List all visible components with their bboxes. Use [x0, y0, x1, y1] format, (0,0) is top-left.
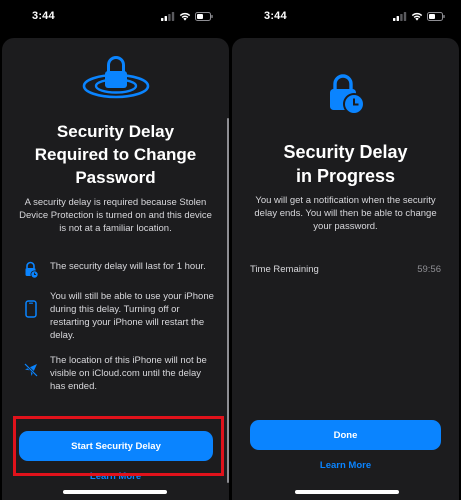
lock-with-rings-icon	[82, 56, 149, 99]
status-bar: 3:44	[0, 0, 229, 34]
battery-icon	[427, 12, 445, 21]
cellular-signal-icon	[393, 12, 407, 21]
page-title: Security Delay in Progress	[232, 140, 459, 188]
time-remaining-label: Time Remaining	[250, 264, 319, 275]
learn-more-link[interactable]: Learn More	[232, 460, 459, 471]
description-text: You will get a notification when the sec…	[254, 195, 437, 232]
home-indicator	[294, 490, 399, 494]
highlight-box	[13, 416, 224, 476]
time-remaining-value: 59:56	[417, 264, 441, 275]
bullet-text: You will still be able to use your iPhon…	[50, 291, 214, 341]
wifi-icon	[179, 12, 191, 21]
page-title: Security Delay Required to Change Passwo…	[2, 120, 229, 189]
status-time: 3:44	[32, 10, 55, 22]
title-line: Required to Change	[34, 145, 197, 164]
status-bar: 3:44	[232, 0, 461, 34]
title-line: Security Delay	[283, 142, 408, 162]
battery-icon	[195, 12, 213, 21]
scroll-indicator	[227, 118, 229, 483]
status-icons	[393, 12, 445, 21]
title-line: Security Delay	[56, 122, 175, 141]
bullet-text: The security delay will last for 1 hour.	[50, 261, 206, 272]
security-delay-progress-sheet: Security Delay in Progress You will get …	[232, 38, 459, 500]
right-screen: 3:44 Security Delay in Progress You will…	[232, 0, 461, 500]
bullet-item: The location of this iPhone will not be …	[22, 354, 217, 393]
lock-clock-icon	[329, 74, 365, 115]
iphone-icon	[25, 300, 37, 318]
lock-clock-icon	[25, 261, 39, 279]
description-text: A security delay is required because Sto…	[19, 197, 212, 234]
title-line: Password	[75, 168, 156, 187]
bullet-item: The security delay will last for 1 hour.	[22, 260, 217, 279]
bullet-text: The location of this iPhone will not be …	[50, 355, 207, 392]
bullet-item: You will still be able to use your iPhon…	[22, 290, 217, 342]
time-remaining-row: Time Remaining 59:56	[250, 264, 441, 275]
wifi-icon	[411, 12, 423, 21]
location-off-icon	[24, 363, 38, 377]
home-indicator	[62, 490, 167, 494]
cellular-signal-icon	[161, 12, 175, 21]
status-icons	[161, 12, 213, 21]
done-button[interactable]: Done	[250, 420, 441, 450]
title-line: in Progress	[295, 166, 396, 186]
status-time: 3:44	[264, 10, 287, 22]
